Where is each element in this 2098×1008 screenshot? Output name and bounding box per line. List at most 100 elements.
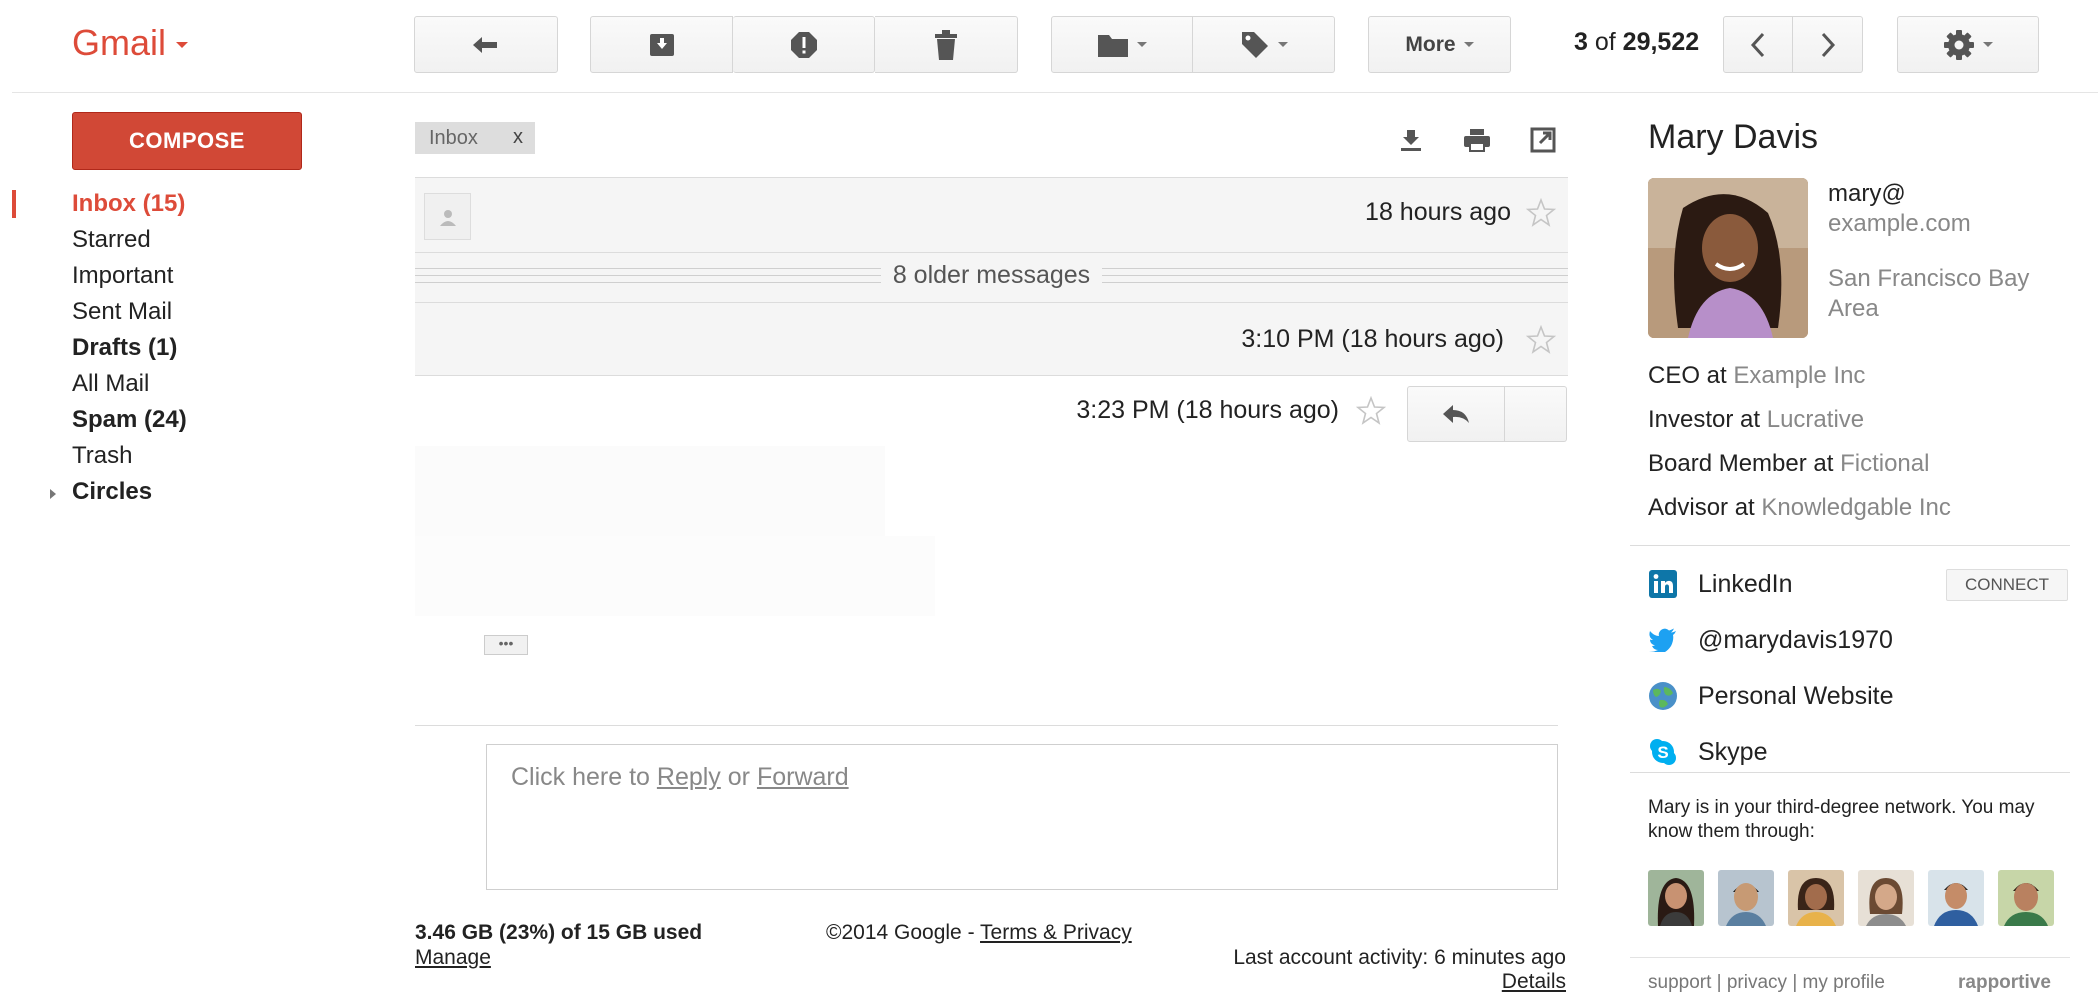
position-org[interactable]: Example Inc — [1733, 362, 1865, 389]
more-reply-options-button[interactable] — [1505, 386, 1567, 442]
message-body-redacted — [415, 446, 885, 536]
forward-link[interactable]: Forward — [757, 763, 849, 791]
reply-prompt-prefix: Click here to — [511, 763, 657, 791]
panel-divider — [1630, 772, 2070, 773]
chevron-down-icon — [176, 42, 189, 48]
sidebar-item-sent-mail[interactable]: Sent Mail — [0, 294, 320, 330]
delete-button[interactable] — [875, 16, 1018, 73]
rapportive-footer-links[interactable]: support | privacy | my profile — [1648, 972, 1885, 994]
print-all-button[interactable] — [1463, 126, 1491, 154]
terms-privacy-link[interactable]: Terms & Privacy — [980, 921, 1132, 944]
mutual-connection-avatar[interactable] — [1648, 870, 1704, 926]
back-to-inbox-button[interactable] — [414, 16, 558, 73]
chevron-down-icon — [1137, 42, 1147, 47]
newer-button[interactable] — [1723, 16, 1793, 73]
reply-divider — [415, 725, 1558, 726]
sidebar-item-drafts[interactable]: Drafts (1) — [0, 330, 320, 366]
chevron-left-icon — [1750, 32, 1765, 57]
reply-link[interactable]: Reply — [657, 763, 721, 791]
storage-usage: 3.46 GB (23%) of 15 GB used — [415, 921, 703, 944]
report-spam-button[interactable] — [733, 16, 875, 73]
last-account-activity: Last account activity: 6 minutes ago — [1233, 946, 1566, 969]
personal-website-link[interactable]: Personal Website — [1648, 668, 2068, 724]
collapsed-message-1[interactable]: 18 hours ago — [415, 177, 1568, 252]
labels-button[interactable] — [1193, 16, 1335, 73]
sidebar-item-starred[interactable]: Starred — [0, 222, 320, 258]
message-body-redacted — [415, 536, 935, 616]
sidebar-item-important[interactable]: Important — [0, 258, 320, 294]
linkedin-connect-button[interactable]: CONNECT — [1945, 569, 2068, 601]
skype-icon: S — [1648, 737, 1678, 767]
copyright: ©2014 Google - Terms & Privacy — [826, 921, 1132, 945]
contact-photo — [1648, 178, 1808, 338]
open-new-window-button[interactable] — [1529, 126, 1557, 154]
position-org[interactable]: Lucrative — [1767, 406, 1864, 433]
twitter-link[interactable]: @marydavis1970 — [1648, 612, 2068, 668]
gmail-logo-menu[interactable]: Gmail — [72, 22, 189, 64]
star-icon[interactable] — [1526, 325, 1556, 355]
personal-website-label: Personal Website — [1698, 681, 1894, 710]
reply-button[interactable] — [1407, 386, 1505, 442]
position-org[interactable]: Knowledgable Inc — [1761, 494, 1950, 521]
contact-name: Mary Davis — [1648, 118, 1819, 156]
older-messages-bar[interactable]: 8 older messages — [415, 252, 1568, 302]
linkedin-label: LinkedIn — [1698, 569, 1793, 598]
move-to-button[interactable] — [1051, 16, 1193, 73]
linkedin-link[interactable]: LinkedIn CONNECT — [1648, 556, 2068, 612]
chevron-down-icon — [1277, 42, 1288, 47]
mutual-connection-avatar[interactable] — [1788, 870, 1844, 926]
spam-icon — [790, 31, 817, 58]
mutual-connection-avatar[interactable] — [1928, 870, 1984, 926]
folder-icon — [1098, 34, 1128, 57]
activity-details-link[interactable]: Details — [1502, 970, 1566, 994]
contact-email-domain[interactable]: example.com — [1828, 210, 1971, 238]
mutual-connection-avatar[interactable] — [1998, 870, 2054, 926]
contact-positions: CEO at Example Inc Investor at Lucrative… — [1648, 358, 1951, 534]
expand-arrow-icon[interactable] — [50, 489, 56, 499]
more-button[interactable]: More — [1368, 16, 1511, 73]
label-chip-inbox[interactable]: Inbox x — [415, 122, 535, 154]
archive-icon — [649, 33, 674, 56]
compose-button[interactable]: COMPOSE — [72, 112, 302, 170]
collapsed-message-2[interactable]: 3:10 PM (18 hours ago) — [415, 302, 1568, 376]
quick-reply-box[interactable]: Click here to Reply or Forward — [486, 744, 1558, 890]
settings-button[interactable] — [1897, 16, 2039, 73]
older-button[interactable] — [1793, 16, 1863, 73]
rapportive-brand[interactable]: rapportive — [1958, 972, 2051, 994]
sidebar-item-trash[interactable]: Trash — [0, 438, 320, 474]
top-toolbar: Gmail More 3 of 29,522 — [0, 0, 2098, 92]
toolbar-divider — [12, 92, 2098, 93]
position-item: Advisor at Knowledgable Inc — [1648, 490, 1951, 534]
new-window-icon — [1530, 127, 1556, 153]
linkedin-icon — [1648, 569, 1678, 599]
contact-location: San Francisco Bay Area — [1828, 265, 2030, 322]
sidebar-nav: Inbox (15) Starred Important Sent Mail D… — [0, 186, 320, 510]
print-icon — [1464, 129, 1490, 152]
reply-button-group — [1407, 386, 1567, 442]
remove-label-button[interactable]: x — [513, 126, 523, 149]
position-item: Board Member at Fictional — [1648, 446, 1951, 490]
star-icon[interactable] — [1526, 198, 1556, 228]
sidebar-item-spam[interactable]: Spam (24) — [0, 402, 320, 438]
expand-all-button[interactable] — [1397, 126, 1425, 154]
twitter-handle: @marydavis1970 — [1698, 625, 1893, 654]
manage-storage-link[interactable]: Manage — [415, 946, 491, 970]
label-tag-icon — [1241, 31, 1268, 58]
pager-total: 29,522 — [1622, 28, 1700, 56]
star-icon[interactable] — [1356, 396, 1386, 426]
sidebar-item-all-mail[interactable]: All Mail — [0, 366, 320, 402]
position-role: Investor at — [1648, 406, 1767, 433]
sidebar-item-circles[interactable]: Circles — [0, 474, 320, 510]
message-time: 3:10 PM (18 hours ago) — [1241, 325, 1504, 353]
panel-divider — [1630, 957, 2070, 958]
expanded-message-header: 3:23 PM (18 hours ago) — [415, 376, 1568, 446]
mutual-connection-avatar[interactable] — [1858, 870, 1914, 926]
sidebar-item-inbox[interactable]: Inbox (15) — [0, 186, 320, 222]
show-trimmed-content-button[interactable]: ••• — [484, 635, 528, 655]
twitter-icon — [1648, 625, 1678, 655]
chevron-down-icon — [1463, 42, 1474, 47]
archive-button[interactable] — [590, 16, 733, 73]
mutual-connection-avatar[interactable] — [1718, 870, 1774, 926]
position-org[interactable]: Fictional — [1840, 450, 1929, 477]
contact-email-user[interactable]: mary@ — [1828, 180, 1906, 208]
